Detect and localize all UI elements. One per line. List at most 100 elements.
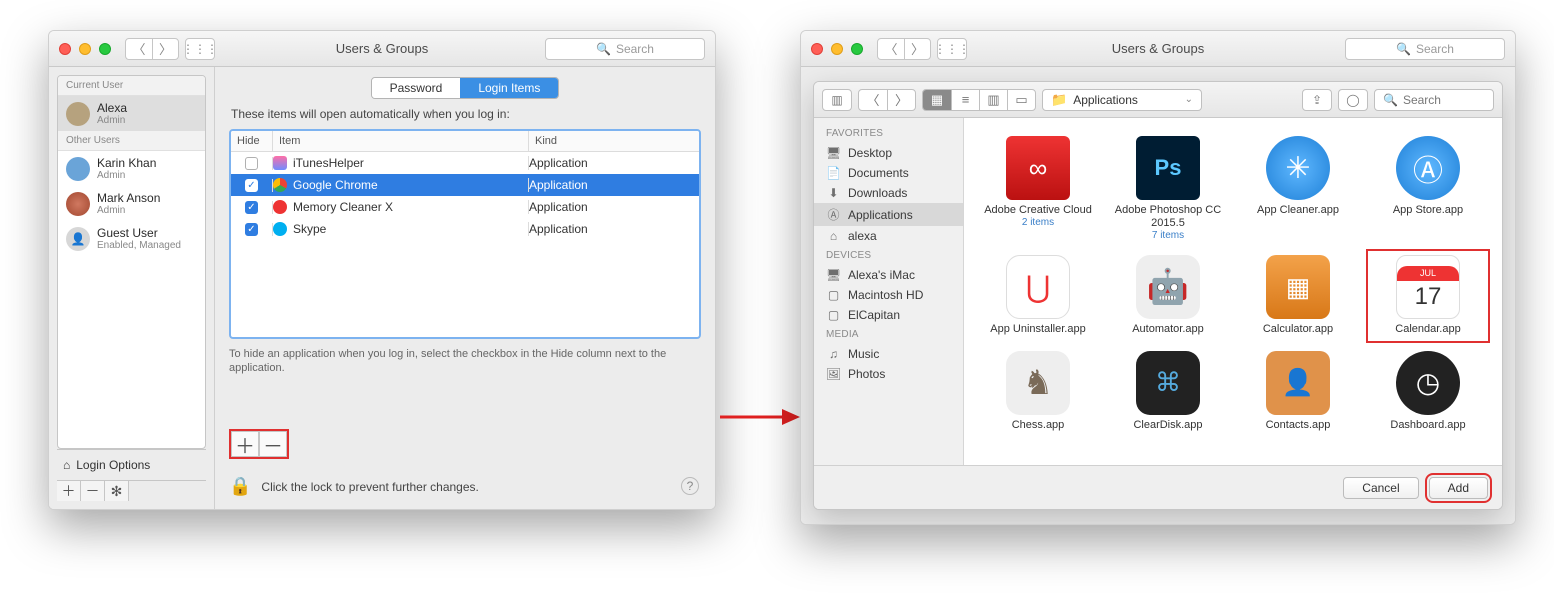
- folder-icon: 📁: [1051, 92, 1067, 108]
- location-popup[interactable]: 📁 Applications ⌄: [1042, 89, 1202, 111]
- table-row[interactable]: ✓ Google Chrome Application: [231, 174, 699, 196]
- app-item[interactable]: 🤖Automator.app: [1108, 251, 1228, 340]
- user-list-controls: ＋ － ✻: [57, 480, 206, 501]
- app-item[interactable]: ⒶApp Store.app: [1368, 132, 1488, 245]
- uninstaller-icon: ⋃: [1006, 255, 1070, 319]
- sidebar-item-downloads[interactable]: ⬇Downloads: [814, 183, 963, 203]
- chevron-updown-icon: ⌄: [1185, 94, 1193, 105]
- contacts-icon: 👤: [1266, 351, 1330, 415]
- sidebar-item-music[interactable]: ♫Music: [814, 344, 963, 364]
- tags-icon[interactable]: ◯: [1338, 89, 1368, 111]
- add-button[interactable]: Add: [1429, 477, 1488, 499]
- close-icon[interactable]: [811, 43, 823, 55]
- open-panel: ▥ 〈 〉 ▦ ≡ ▥ ▭ 📁 Applications ⌄ ⇪: [813, 81, 1503, 510]
- table-row[interactable]: ✓ Memory Cleaner X Application: [231, 196, 699, 218]
- app-cleaner-icon: ✳: [1266, 136, 1330, 200]
- lock-icon[interactable]: 🔒: [229, 476, 251, 497]
- minimize-icon[interactable]: [79, 43, 91, 55]
- app-item[interactable]: ◷Dashboard.app: [1368, 347, 1488, 436]
- tab-password[interactable]: Password: [372, 78, 461, 98]
- adobe-cc-icon: ∞: [1006, 136, 1070, 200]
- tab-login-items[interactable]: Login Items: [460, 78, 558, 98]
- calculator-icon: ▦: [1266, 255, 1330, 319]
- home-icon: ⌂: [826, 229, 841, 243]
- show-all-icon[interactable]: ⋮⋮⋮: [185, 38, 215, 60]
- share-icon[interactable]: ⇪: [1302, 89, 1332, 111]
- search-input[interactable]: 🔍 Search: [1345, 38, 1505, 60]
- downloads-icon: ⬇: [826, 186, 841, 200]
- hide-checkbox[interactable]: ✓: [245, 179, 258, 192]
- user-row[interactable]: 👤 Guest UserEnabled, Managed: [58, 221, 205, 256]
- sidebar-item-applications[interactable]: ⒶApplications: [814, 203, 963, 226]
- app-item[interactable]: ▦Calculator.app: [1238, 251, 1358, 340]
- sidebar-item-imac[interactable]: 🖥Alexa's iMac: [814, 265, 963, 285]
- table-row[interactable]: ✓ Skype Application: [231, 218, 699, 240]
- hide-hint: To hide an application when you log in, …: [229, 347, 701, 376]
- list-view-icon[interactable]: ≡: [951, 90, 979, 110]
- nav-back-forward[interactable]: 〈 〉: [125, 38, 179, 60]
- forward-icon[interactable]: 〉: [152, 39, 178, 59]
- other-users-header: Other Users: [58, 131, 205, 151]
- coverflow-view-icon[interactable]: ▭: [1007, 90, 1035, 110]
- titlebar: 〈 〉 ⋮⋮⋮ Users & Groups 🔍 Search: [801, 31, 1515, 67]
- login-items-pane: Password Login Items These items will op…: [215, 67, 715, 509]
- avatar-icon: [66, 102, 90, 126]
- cancel-button[interactable]: Cancel: [1343, 477, 1418, 499]
- app-item[interactable]: PsAdobe Photoshop CC 2015.57 items: [1108, 132, 1228, 245]
- sidebar-item-elcapitan[interactable]: ▢ElCapitan: [814, 305, 963, 325]
- search-icon: 🔍: [1383, 93, 1398, 107]
- search-input[interactable]: 🔍 Search: [545, 38, 705, 60]
- show-all-icon[interactable]: ⋮⋮⋮: [937, 38, 967, 60]
- table-row[interactable]: iTunesHelper Application: [231, 152, 699, 174]
- search-input[interactable]: 🔍 Search: [1374, 89, 1494, 111]
- forward-icon[interactable]: 〉: [904, 39, 930, 59]
- app-item[interactable]: ⋃App Uninstaller.app: [978, 251, 1098, 340]
- back-icon[interactable]: 〈: [126, 39, 152, 59]
- panel-bottom-bar: Cancel Add: [814, 465, 1502, 509]
- nav-back-forward[interactable]: 〈 〉: [858, 89, 916, 111]
- user-row[interactable]: Mark AnsonAdmin: [58, 186, 205, 221]
- user-row[interactable]: AlexaAdmin: [58, 96, 205, 131]
- zoom-icon[interactable]: [851, 43, 863, 55]
- photoshop-icon: Ps: [1136, 136, 1200, 200]
- hide-checkbox[interactable]: ✓: [245, 223, 258, 236]
- col-item: Item: [273, 131, 529, 151]
- calendar-icon: JUL17: [1396, 255, 1460, 319]
- help-button[interactable]: ?: [681, 477, 699, 495]
- app-item[interactable]: 👤Contacts.app: [1238, 347, 1358, 436]
- window-controls: [59, 43, 111, 55]
- view-mode-group[interactable]: ▦ ≡ ▥ ▭: [922, 89, 1036, 111]
- sidebar-item-photos[interactable]: 🖼Photos: [814, 364, 963, 384]
- annotation-arrow: [720, 405, 800, 429]
- forward-icon[interactable]: 〉: [887, 90, 915, 110]
- back-icon[interactable]: 〈: [859, 90, 887, 110]
- user-row[interactable]: Karin KhanAdmin: [58, 151, 205, 186]
- minimize-icon[interactable]: [831, 43, 843, 55]
- close-icon[interactable]: [59, 43, 71, 55]
- back-icon[interactable]: 〈: [878, 39, 904, 59]
- sidebar-item-documents[interactable]: 📄Documents: [814, 163, 963, 183]
- column-view-icon[interactable]: ▥: [979, 90, 1007, 110]
- sidebar-toggle-icon[interactable]: ▥: [822, 89, 852, 111]
- nav-back-forward[interactable]: 〈 〉: [877, 38, 931, 60]
- hide-checkbox[interactable]: [245, 157, 258, 170]
- icon-view-icon[interactable]: ▦: [923, 90, 951, 110]
- zoom-icon[interactable]: [99, 43, 111, 55]
- remove-user-button[interactable]: －: [81, 481, 105, 501]
- sidebar-item-macintosh-hd[interactable]: ▢Macintosh HD: [814, 285, 963, 305]
- add-user-button[interactable]: ＋: [57, 481, 81, 501]
- hide-checkbox[interactable]: ✓: [245, 201, 258, 214]
- col-hide: Hide: [231, 131, 273, 151]
- app-item[interactable]: ✳App Cleaner.app: [1238, 132, 1358, 245]
- remove-item-button[interactable]: －: [259, 431, 287, 457]
- current-user-header: Current User: [58, 76, 205, 96]
- action-menu-button[interactable]: ✻: [105, 481, 129, 501]
- app-item-calendar[interactable]: JUL17Calendar.app: [1368, 251, 1488, 340]
- app-item[interactable]: ⌘ClearDisk.app: [1108, 347, 1228, 436]
- add-item-button[interactable]: ＋: [231, 431, 259, 457]
- sidebar-item-home[interactable]: ⌂alexa: [814, 226, 963, 246]
- login-options[interactable]: ⌂ Login Options: [57, 449, 206, 480]
- app-item[interactable]: ♞Chess.app: [978, 347, 1098, 436]
- sidebar-item-desktop[interactable]: 🖥Desktop: [814, 143, 963, 163]
- app-item[interactable]: ∞Adobe Creative Cloud2 items: [978, 132, 1098, 245]
